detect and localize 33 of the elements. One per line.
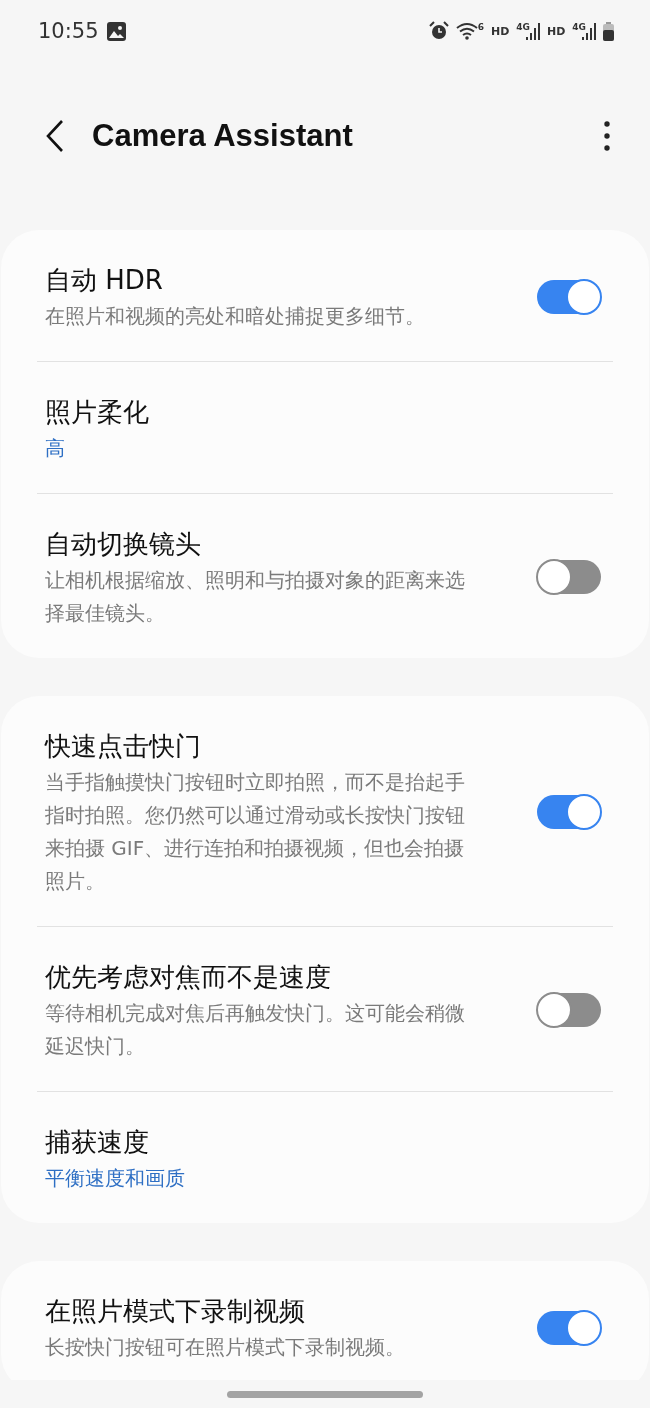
setting-title: 快速点击快门: [45, 730, 202, 763]
network-label: 4G: [572, 22, 586, 32]
battery-icon: [603, 21, 614, 41]
setting-description: 让相机根据缩放、照明和与拍摄对象的距离来选择最佳镜头。: [45, 567, 466, 627]
toggle-switch[interactable]: [537, 993, 601, 1027]
wifi-generation-label: 6: [477, 22, 484, 32]
home-indicator[interactable]: [227, 1390, 423, 1398]
setting-value: 高: [45, 435, 66, 462]
network-label: HD: [491, 24, 510, 38]
setting-title: 在照片模式下录制视频: [45, 1295, 306, 1328]
toggle-switch[interactable]: [537, 560, 601, 594]
setting-value: 平衡速度和画质: [45, 1165, 186, 1192]
page-title: Camera Assistant: [92, 118, 353, 154]
setting-title: 优先考虑对焦而不是速度: [45, 961, 332, 994]
setting-title: 捕获速度: [45, 1126, 150, 1159]
network-label: 4G: [516, 22, 530, 32]
toggle-switch[interactable]: [537, 795, 601, 829]
setting-title: 自动切换镜头: [45, 528, 202, 561]
clock-time: 10:55: [38, 19, 99, 43]
toggle-switch[interactable]: [537, 279, 601, 314]
setting-description: 当手指触摸快门按钮时立即拍照，而不是抬起手指时拍照。您仍然可以通过滑动或长按快门按钮来拍摄 GIF、进行连拍和拍摄视频，但也会拍摄照片。: [45, 769, 466, 895]
image-icon: [106, 21, 126, 41]
more-options-icon[interactable]: [604, 121, 610, 151]
setting-description: 长按快门按钮可在照片模式下录制视频。: [45, 1334, 406, 1361]
setting-description: 在照片和视频的亮处和暗处捕捉更多细节。: [45, 303, 426, 330]
back-icon[interactable]: [44, 119, 66, 153]
alarm-icon: [428, 21, 449, 41]
wifi-icon: [455, 22, 478, 40]
toggle-switch[interactable]: [537, 1310, 601, 1345]
setting-title: 自动 HDR: [45, 264, 164, 297]
network-label: HD: [547, 24, 566, 38]
setting-title: 照片柔化: [45, 396, 150, 429]
setting-description: 等待相机完成对焦后再触发快门。这可能会稍微延迟快门。: [45, 1000, 466, 1060]
